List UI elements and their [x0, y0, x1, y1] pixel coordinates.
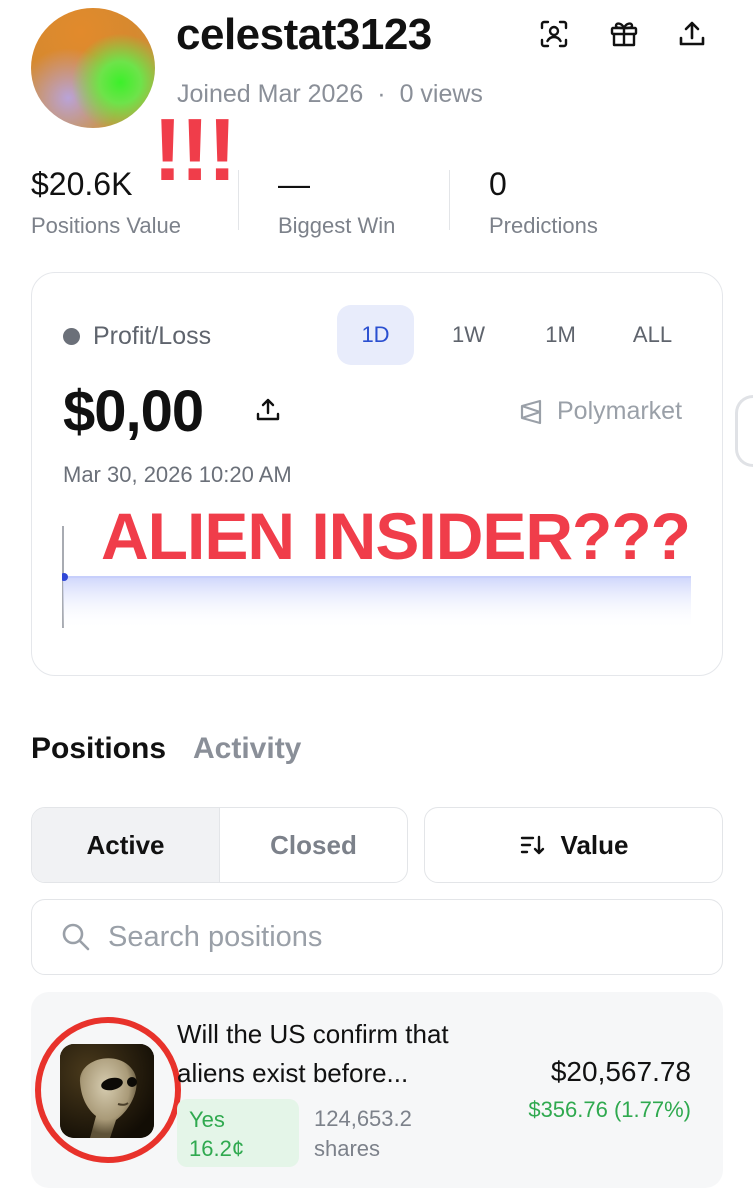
- meta-separator: ·: [377, 80, 386, 108]
- face-scan-icon[interactable]: [534, 14, 574, 54]
- profit-loss-date: Mar 30, 2026 10:20 AM: [63, 462, 292, 487]
- filter-closed-button[interactable]: Closed: [220, 808, 407, 882]
- sort-value-button[interactable]: Value: [424, 807, 723, 883]
- overlay-exclamation: !!!: [153, 100, 237, 199]
- polymarket-brand: Polymarket: [517, 397, 682, 426]
- stat-divider: [238, 170, 239, 230]
- position-title[interactable]: Will the US confirm that aliens exist be…: [177, 1015, 507, 1093]
- profit-loss-heading: Profit/Loss: [63, 322, 211, 351]
- range-1w-button[interactable]: 1W: [430, 305, 507, 365]
- share-pnl-icon[interactable]: [254, 396, 282, 424]
- highlight-circle: [35, 1017, 181, 1163]
- filter-active-button[interactable]: Active: [32, 808, 220, 882]
- polymarket-logo-icon: [520, 399, 542, 424]
- status-segmented-control: Active Closed: [31, 807, 408, 883]
- search-bar[interactable]: [31, 899, 723, 975]
- outcome-label: Yes: [189, 1107, 225, 1132]
- search-input[interactable]: [108, 920, 668, 954]
- positions-value-label: Positions Value: [31, 213, 182, 238]
- side-scroll-handle[interactable]: [735, 395, 753, 467]
- position-pnl: $356.76 (1.77%): [528, 1097, 691, 1122]
- overlay-headline: ALIEN INSIDER???: [101, 499, 691, 573]
- position-value: $20,567.78: [550, 1056, 691, 1087]
- gift-icon[interactable]: [604, 14, 644, 54]
- search-icon: [62, 923, 90, 951]
- shares-count: 124,653.2: [314, 1106, 412, 1131]
- avatar[interactable]: [31, 8, 155, 128]
- sort-label: Value: [560, 829, 629, 860]
- tab-positions[interactable]: Positions: [31, 732, 166, 766]
- tab-activity[interactable]: Activity: [193, 732, 301, 766]
- outcome-price: 16.2¢: [189, 1136, 245, 1161]
- range-all-button[interactable]: ALL: [614, 305, 691, 365]
- predictions-value: 0: [489, 166, 507, 202]
- range-1m-button[interactable]: 1M: [522, 305, 599, 365]
- sort-icon: [520, 835, 544, 855]
- biggest-win-label: Biggest Win: [278, 213, 396, 238]
- biggest-win-value: —: [278, 166, 310, 202]
- profit-loss-label: Profit/Loss: [93, 322, 212, 350]
- polymarket-label: Polymarket: [557, 397, 683, 425]
- status-dot-icon: [63, 328, 80, 345]
- outcome-badge: Yes 16.2¢: [177, 1099, 299, 1167]
- username: celestat3123: [176, 10, 432, 59]
- range-1d-button[interactable]: 1D: [337, 305, 414, 365]
- chart-area-fill: [63, 577, 691, 630]
- share-icon[interactable]: [672, 14, 712, 54]
- view-count: 0 views: [399, 80, 483, 108]
- profit-loss-value: $0,00: [63, 379, 204, 444]
- predictions-label: Predictions: [489, 213, 598, 238]
- stat-divider: [449, 170, 450, 230]
- shares-unit: shares: [314, 1136, 381, 1161]
- positions-value: $20.6K: [31, 166, 133, 202]
- position-shares: 124,653.2 shares: [314, 1104, 412, 1164]
